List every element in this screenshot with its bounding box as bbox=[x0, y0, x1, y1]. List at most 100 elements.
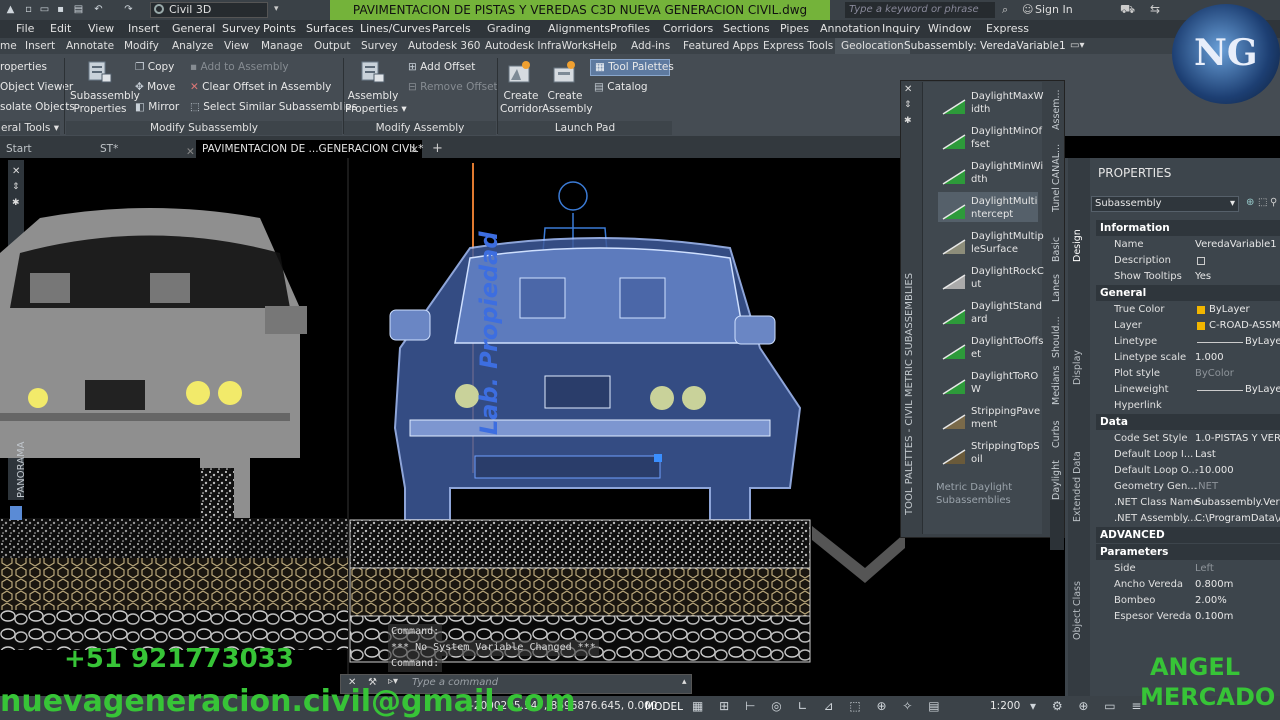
palette-item-daylightrockcut[interactable]: DaylightRockC ut bbox=[971, 265, 1044, 291]
properties-tab-design[interactable]: Design bbox=[1072, 229, 1086, 282]
palette-properties-icon[interactable]: ✱ bbox=[904, 116, 912, 126]
palette-tab-8[interactable]: Daylight bbox=[1050, 460, 1064, 550]
palette-item-daylightmultiintercept[interactable]: DaylightMulti ntercept bbox=[971, 195, 1041, 221]
redo-icon[interactable]: ↷ bbox=[122, 3, 135, 16]
palette-item-strippingpavement[interactable]: StrippingPave ment bbox=[971, 405, 1041, 431]
ribbon-tab-help[interactable]: Help bbox=[593, 38, 617, 54]
status-tools[interactable]: ▾ ⚙ ⊕ ▭ ≡ bbox=[1030, 699, 1148, 713]
undo-icon[interactable]: ↶ bbox=[92, 3, 105, 16]
properties-section-data[interactable]: Data bbox=[1096, 414, 1280, 430]
menu-profiles[interactable]: Profiles bbox=[610, 20, 650, 38]
ribbon-options-icon[interactable]: ▭▾ bbox=[1070, 40, 1084, 51]
remove-offset-button[interactable]: ⊟ Remove Offset bbox=[408, 81, 498, 94]
property-value[interactable]: 0.800m bbox=[1195, 577, 1280, 593]
property-value[interactable]: 1.000 bbox=[1195, 350, 1280, 366]
save-icon[interactable]: ▪ bbox=[54, 3, 67, 16]
property-value[interactable]: Yes bbox=[1195, 269, 1280, 285]
menu-survey[interactable]: Survey bbox=[222, 20, 260, 38]
property-value[interactable]: Last bbox=[1195, 447, 1280, 463]
tab-pavimentacion[interactable]: PAVIMENTACION DE ...GENERACION CIVIL* bbox=[196, 140, 423, 158]
workspace-select[interactable]: Civil 3D bbox=[150, 2, 268, 18]
create-corridor-button[interactable]: Create Corridor bbox=[500, 90, 543, 116]
palette-item-daylightminwidth[interactable]: DaylightMinWi dth bbox=[971, 160, 1043, 186]
property-value[interactable]: C:\ProgramData\Au bbox=[1195, 511, 1280, 527]
create-assembly-button[interactable]: Create Assembly bbox=[542, 90, 593, 116]
ribbon-tab-manage[interactable]: Manage bbox=[261, 38, 303, 54]
open-icon[interactable]: ▭ bbox=[38, 3, 51, 16]
menu-sections[interactable]: Sections bbox=[723, 20, 770, 38]
command-history-toggle-icon[interactable]: ▴ bbox=[682, 677, 687, 687]
menu-corridors[interactable]: Corridors bbox=[663, 20, 713, 38]
ribbon-tab-autodesk-360[interactable]: Autodesk 360 bbox=[408, 38, 480, 54]
palette-item-daylighttooffset[interactable]: DaylightToOffs et bbox=[971, 335, 1043, 361]
select-similar-button[interactable]: ⬚ Select Similar Subassemblies bbox=[190, 101, 357, 114]
viewport-close-icon[interactable]: ✕ bbox=[12, 166, 20, 177]
properties-button[interactable]: roperties bbox=[0, 61, 47, 74]
status-toggles[interactable]: ▦ ⊞ ⊢ ◎ ∟ ⊿ ⬚ ⊕ ✧ ▤ bbox=[692, 699, 946, 713]
pin-icon[interactable]: ⇕ bbox=[12, 182, 20, 192]
palette-autohide-icon[interactable]: ⇕ bbox=[904, 100, 912, 110]
subassembly-properties-button[interactable]: Subassembly Properties bbox=[70, 90, 140, 116]
model-space-toggle[interactable]: MODEL bbox=[644, 698, 684, 716]
menu-inquiry[interactable]: Inquiry bbox=[882, 20, 920, 38]
new-tab-button[interactable]: + bbox=[426, 140, 449, 158]
property-value[interactable]: C-ROAD-ASSM bbox=[1195, 318, 1280, 334]
ribbon-tab-featured-apps[interactable]: Featured Apps bbox=[683, 38, 759, 54]
menu-parcels[interactable]: Parcels bbox=[432, 20, 471, 38]
ribbon-tab-express-tools[interactable]: Express Tools bbox=[763, 38, 833, 54]
ribbon-tab-autodesk-infraworks[interactable]: Autodesk InfraWorks bbox=[485, 38, 594, 54]
app-menu-icon[interactable]: ▲ bbox=[4, 3, 17, 16]
palette-item-strippingtopsoil[interactable]: StrippingTopS oil bbox=[971, 440, 1041, 466]
copy-button[interactable]: ❐ Copy bbox=[135, 61, 174, 74]
properties-section-parameters[interactable]: Parameters bbox=[1096, 544, 1280, 560]
ribbon-tab-geolocation[interactable]: Geolocation bbox=[835, 38, 910, 54]
palette-close-icon[interactable]: ✕ bbox=[904, 84, 912, 95]
print-icon[interactable]: ▤ bbox=[72, 3, 85, 16]
property-value[interactable]: 0.100m bbox=[1195, 609, 1280, 625]
property-value[interactable]: Subassembly.Vered bbox=[1195, 495, 1280, 511]
palette-item-daylightmultiplesurface[interactable]: DaylightMultip leSurface bbox=[971, 230, 1044, 256]
menu-pipes[interactable]: Pipes bbox=[780, 20, 809, 38]
palette-item-daylightmaxwidth[interactable]: DaylightMaxW idth bbox=[971, 90, 1043, 116]
toggle-pickadd-icon[interactable]: ⊕ bbox=[1246, 197, 1254, 208]
general-tools-panel-label[interactable]: eral Tools ▾ bbox=[0, 121, 60, 135]
menu-annotation[interactable]: Annotation bbox=[820, 20, 880, 38]
search-input[interactable]: Type a keyword or phrase bbox=[845, 2, 995, 18]
tool-palettes-button[interactable]: ▦ Tool Palettes bbox=[590, 59, 674, 76]
properties-section-advanced[interactable]: ADVANCED bbox=[1096, 527, 1280, 543]
menu-surfaces[interactable]: Surfaces bbox=[306, 20, 354, 38]
property-value[interactable]: .NET bbox=[1195, 479, 1280, 495]
palette-item-daylightminoffset[interactable]: DaylightMinOf fset bbox=[971, 125, 1042, 151]
mirror-button[interactable]: ◧ Mirror bbox=[135, 101, 179, 114]
menu-edit[interactable]: Edit bbox=[50, 20, 71, 38]
palette-item-daylighttorow[interactable]: DaylightToRO W bbox=[971, 370, 1041, 396]
menu-express[interactable]: Express bbox=[986, 20, 1029, 38]
ribbon-tab-insert[interactable]: Insert bbox=[25, 38, 55, 54]
add-to-assembly-button[interactable]: ▪ Add to Assembly bbox=[190, 61, 289, 74]
menu-alignments[interactable]: Alignments bbox=[548, 20, 610, 38]
menu-general[interactable]: General bbox=[172, 20, 215, 38]
ribbon-tab-annotate[interactable]: Annotate bbox=[66, 38, 114, 54]
property-value[interactable]: Left bbox=[1195, 561, 1280, 577]
property-value[interactable]: 2.00% bbox=[1195, 593, 1280, 609]
properties-section-information[interactable]: Information bbox=[1096, 220, 1280, 236]
menu-grading[interactable]: Grading bbox=[487, 20, 531, 38]
catalog-button[interactable]: ▤ Catalog bbox=[594, 81, 648, 94]
add-offset-button[interactable]: ⊞ Add Offset bbox=[408, 61, 475, 74]
menu-insert[interactable]: Insert bbox=[128, 20, 160, 38]
ribbon-tab-view[interactable]: View bbox=[224, 38, 249, 54]
new-icon[interactable]: ▫ bbox=[22, 3, 35, 16]
select-objects-icon[interactable]: ⬚ bbox=[1258, 197, 1267, 208]
ribbon-tab-modify[interactable]: Modify bbox=[124, 38, 159, 54]
ribbon-tab-analyze[interactable]: Analyze bbox=[172, 38, 213, 54]
ribbon-tab-add-ins[interactable]: Add-ins bbox=[631, 38, 670, 54]
settings-icon[interactable]: ✱ bbox=[12, 198, 20, 208]
binoculars-icon[interactable]: ⌕ bbox=[1002, 3, 1008, 17]
object-viewer-button[interactable]: Object Viewer bbox=[0, 81, 73, 94]
menu-window[interactable]: Window bbox=[928, 20, 971, 38]
sign-in-link[interactable]: Sign In bbox=[1035, 2, 1073, 18]
tab-close-icon[interactable]: ✕ bbox=[404, 141, 425, 159]
ribbon-tab-subassembly-veredavariable1[interactable]: Subassembly: VeredaVariable1 bbox=[904, 38, 1066, 54]
object-type-select[interactable]: Subassembly ▾ bbox=[1091, 196, 1239, 212]
property-value[interactable]: ByColor bbox=[1195, 366, 1280, 382]
